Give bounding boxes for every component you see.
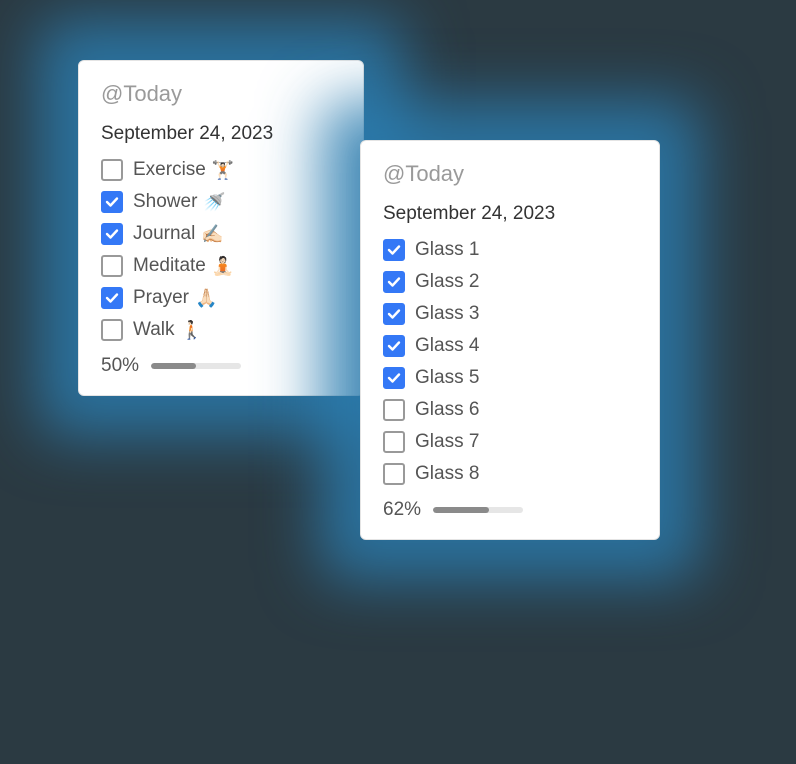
task-label: Glass 2 [415,271,479,293]
progress-row: 50% [101,355,341,377]
card-date: September 24, 2023 [383,203,637,225]
checkbox[interactable] [101,159,123,181]
task-label: Glass 6 [415,399,479,421]
task-emoji-icon: 🙏🏻 [195,288,217,309]
checkbox[interactable] [383,271,405,293]
habit-card-1: @Today September 24, 2023 Exercise🏋🏻 Show… [78,60,364,396]
progress-percent: 50% [101,355,139,377]
card-date: September 24, 2023 [101,123,341,145]
task-label: Glass 8 [415,463,479,485]
task-row: Exercise🏋🏻 [101,159,341,181]
task-label: Glass 4 [415,335,479,357]
checkbox[interactable] [383,239,405,261]
progress-row: 62% [383,499,637,521]
checkbox[interactable] [101,223,123,245]
task-label: Glass 3 [415,303,479,325]
task-label: Walk🚶🏻 [133,319,203,341]
progress-bar [433,507,523,513]
task-row: Glass 4 [383,335,637,357]
task-row: Glass 2 [383,271,637,293]
habit-card-2: @Today September 24, 2023 Glass 1 Glass 2… [360,140,660,540]
task-emoji-icon: 🧘🏻 [212,256,234,277]
task-emoji-icon: ✍🏻 [201,224,223,245]
checkbox[interactable] [383,335,405,357]
task-label: Meditate🧘🏻 [133,255,234,277]
task-row: Meditate🧘🏻 [101,255,341,277]
task-emoji-icon: 🏋🏻 [212,160,234,181]
card-title: @Today [383,161,637,187]
task-label: Shower🚿 [133,191,226,213]
task-label: Glass 1 [415,239,479,261]
checkbox[interactable] [383,399,405,421]
task-row: Glass 1 [383,239,637,261]
task-row: Glass 7 [383,431,637,453]
progress-fill [433,507,489,513]
checkbox[interactable] [383,463,405,485]
task-row: Journal✍🏻 [101,223,341,245]
task-row: Glass 5 [383,367,637,389]
task-label: Glass 7 [415,431,479,453]
checkbox[interactable] [383,431,405,453]
task-emoji-icon: 🚶🏻 [181,320,203,341]
progress-fill [151,363,196,369]
progress-percent: 62% [383,499,421,521]
task-label: Glass 5 [415,367,479,389]
task-label: Journal✍🏻 [133,223,224,245]
task-label: Exercise🏋🏻 [133,159,234,181]
task-row: Glass 3 [383,303,637,325]
task-emoji-icon: 🚿 [203,192,225,213]
card-title: @Today [101,81,341,107]
task-row: Shower🚿 [101,191,341,213]
checkbox[interactable] [383,303,405,325]
task-row: Glass 8 [383,463,637,485]
task-row: Glass 6 [383,399,637,421]
task-list: Exercise🏋🏻 Shower🚿 Journal✍🏻 Meditate🧘🏻 Pray… [101,159,341,341]
task-row: Walk🚶🏻 [101,319,341,341]
task-label: Prayer🙏🏻 [133,287,217,309]
progress-bar [151,363,241,369]
checkbox[interactable] [383,367,405,389]
checkbox[interactable] [101,287,123,309]
checkbox[interactable] [101,191,123,213]
checkbox[interactable] [101,319,123,341]
task-row: Prayer🙏🏻 [101,287,341,309]
checkbox[interactable] [101,255,123,277]
task-list: Glass 1 Glass 2 Glass 3 Glass 4 Glass 5 Glass… [383,239,637,485]
